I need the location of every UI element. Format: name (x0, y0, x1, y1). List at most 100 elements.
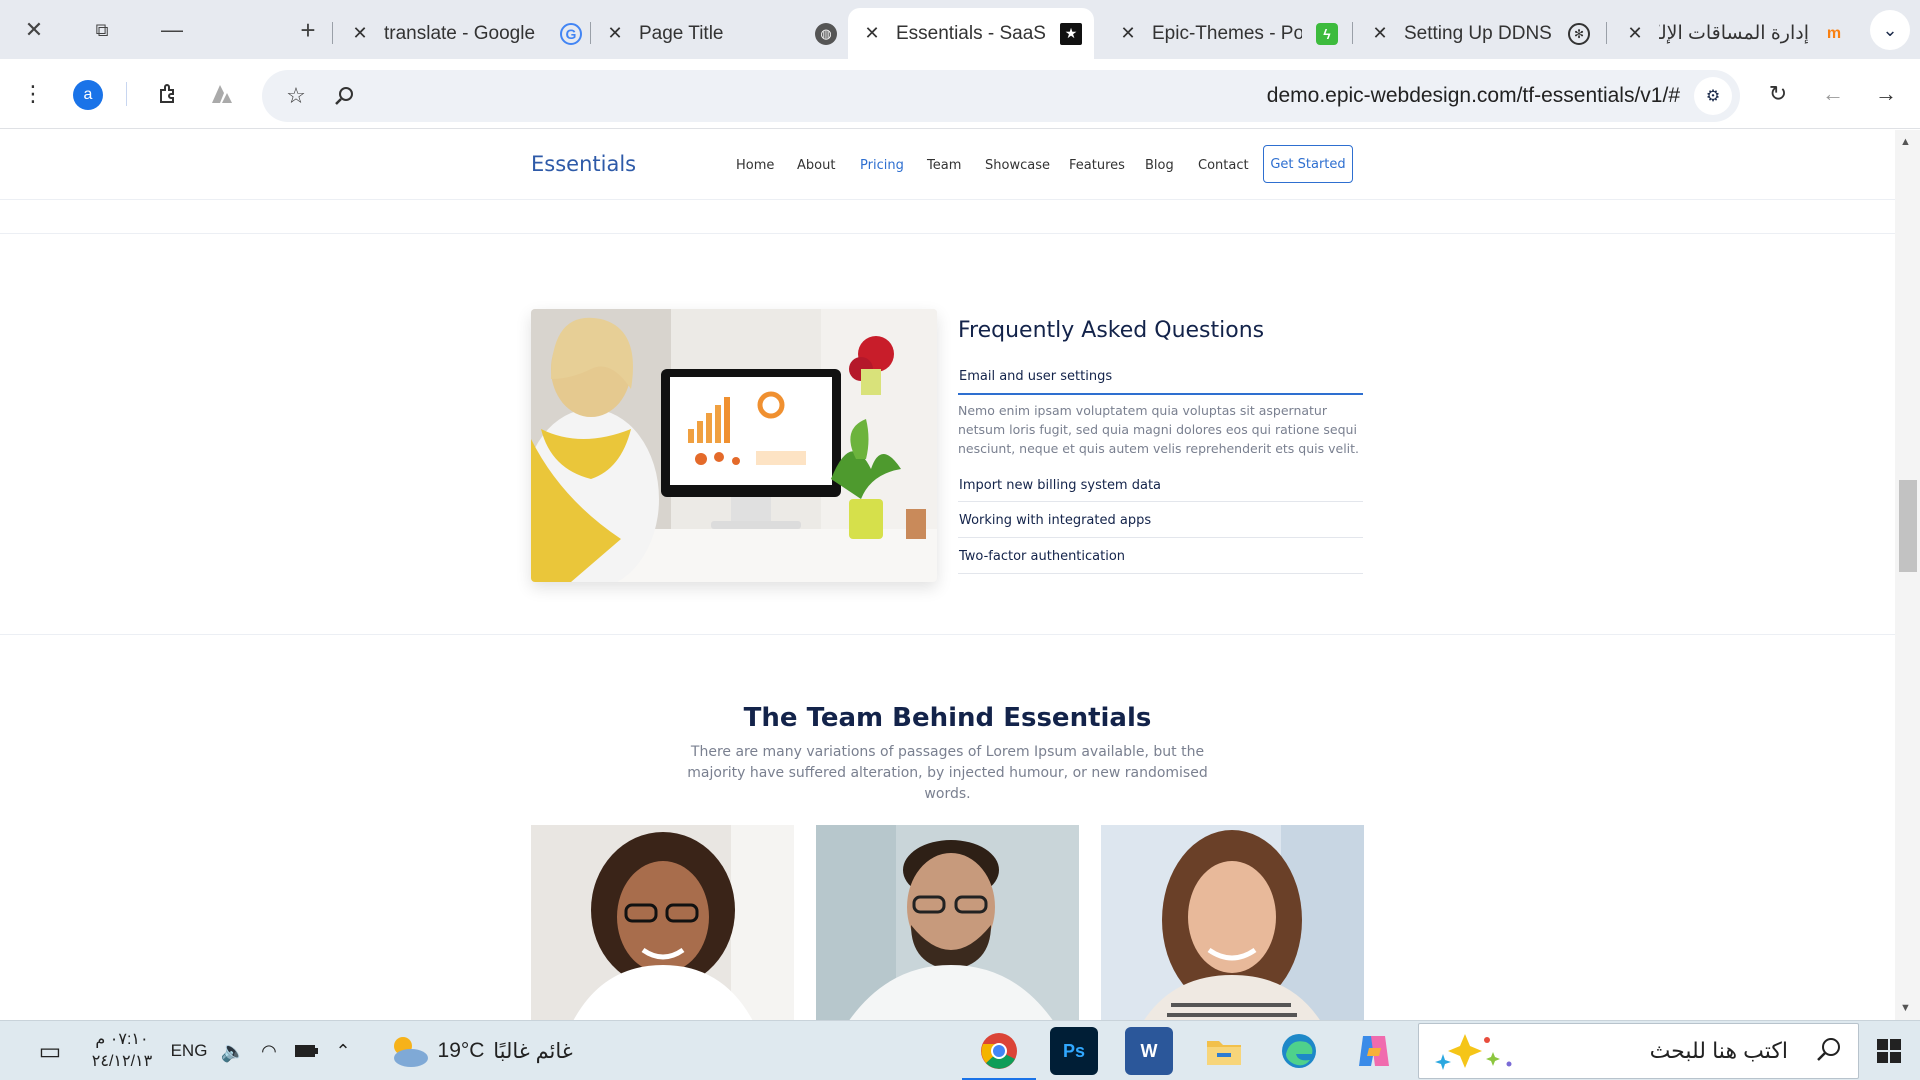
tab-close-icon[interactable]: ✕ (862, 23, 882, 44)
language-indicator[interactable]: ENG (168, 1021, 210, 1080)
bookmark-star-icon[interactable]: ☆ (278, 78, 314, 114)
tab-title: Page Title (639, 22, 724, 44)
chrome-app-icon[interactable] (975, 1027, 1023, 1075)
tab-title: إدارة المساقات الإلكترونية (1659, 23, 1809, 44)
faq-question-billing[interactable]: Import new billing system data (959, 478, 1161, 493)
extension-a-icon[interactable] (204, 76, 240, 112)
page-scrollbar[interactable]: ▲ ▼ (1895, 130, 1920, 1020)
tab-title: translate - Google (384, 22, 536, 44)
windows-search-input[interactable]: اكتب هنا للبحث (1418, 1023, 1859, 1079)
battery-icon[interactable] (290, 1021, 322, 1080)
menu-kebab-icon[interactable]: ⋮ (15, 76, 51, 112)
back-arrow-icon[interactable]: ← (1815, 76, 1851, 112)
faq-heading: Frequently Asked Questions (958, 318, 1265, 343)
windows-taskbar: ▭ ٠٧:١٠ م ٢٤/١٢/١٣ ENG 🔈 ◠ ⌃ 19°C غائم غ… (0, 1020, 1920, 1080)
team-member-photo (816, 825, 1079, 1020)
faq-illustration-image (531, 309, 937, 582)
tab-separator (332, 22, 333, 44)
tab-close-icon[interactable]: ✕ (1370, 23, 1390, 44)
address-bar[interactable]: ☆ demo.epic-webdesign.com/tf-essentials/… (262, 70, 1740, 122)
nav-showcase[interactable]: Showcase (985, 158, 1050, 173)
profile-avatar[interactable]: a (73, 80, 103, 110)
brand-logo[interactable]: Essentials (531, 152, 636, 176)
nav-features[interactable]: Features (1069, 158, 1125, 173)
tab-close-icon[interactable]: ✕ (350, 23, 370, 44)
scroll-down-arrow-icon[interactable]: ▼ (1900, 1002, 1911, 1014)
faq-divider (958, 537, 1363, 538)
faq-question-apps[interactable]: Working with integrated apps (959, 513, 1151, 528)
tab-essentials[interactable]: ✕ Essentials - SaaS Landing ★ (848, 8, 1094, 59)
tab-ddns[interactable]: ✕ Setting Up DDNS ✻ (1370, 8, 1590, 59)
tab-close-icon[interactable]: ✕ (1625, 23, 1645, 44)
nav-team[interactable]: Team (927, 158, 961, 173)
faq-question-2fa[interactable]: Two-factor authentication (959, 549, 1125, 564)
tab-strip: ✕ ⧉ — + ✕ translate - Google G ✕ Page Ti… (0, 0, 1920, 59)
extensions-puzzle-icon[interactable] (151, 76, 187, 112)
globe-icon: ◍ (815, 22, 837, 45)
faq-question-email[interactable]: Email and user settings (959, 369, 1112, 384)
star-square-icon: ★ (1060, 22, 1082, 45)
tab-title: Essentials - SaaS Landing (896, 22, 1046, 44)
show-hidden-icons-chevron-icon[interactable]: ⌃ (328, 1021, 358, 1080)
clock-time: ٠٧:١٠ م (95, 1031, 149, 1048)
windows-start-icon[interactable] (1864, 1021, 1914, 1080)
header-band (0, 201, 1895, 234)
site-info-tune-icon[interactable]: ⚙ (1694, 77, 1732, 115)
tab-title: Epic-Themes - Portfolio (1152, 22, 1302, 44)
url-text[interactable]: demo.epic-webdesign.com/tf-essentials/v1… (1267, 84, 1680, 108)
weather-cloud-sun-icon[interactable] (384, 1021, 432, 1080)
clock[interactable]: ٠٧:١٠ م ٢٤/١٢/١٣ (84, 1021, 160, 1080)
volume-icon[interactable]: 🔈 (218, 1021, 248, 1080)
minimize-window-icon[interactable]: — (146, 8, 198, 52)
word-app-icon[interactable]: W (1125, 1027, 1173, 1075)
tab-translate[interactable]: ✕ translate - Google G (350, 8, 590, 59)
scroll-up-arrow-icon[interactable]: ▲ (1900, 136, 1911, 148)
tab-close-icon[interactable]: ✕ (605, 23, 625, 44)
close-window-icon[interactable]: ✕ (8, 8, 60, 52)
weather-condition[interactable]: غائم غالبًا (488, 1021, 578, 1080)
faq-answer-text: Nemo enim ipsam voluptatem quia voluptas… (958, 403, 1360, 456)
browser-toolbar: ⋮ a ☆ demo.epic-webdesign.com/tf-essenti… (0, 59, 1920, 129)
site-header: Essentials Home About Pricing Team Showc… (0, 130, 1895, 200)
weather-temperature[interactable]: 19°C (436, 1021, 486, 1080)
file-explorer-folder-icon[interactable] (1200, 1027, 1248, 1075)
wifi-icon[interactable]: ◠ (254, 1021, 284, 1080)
tab-separator (1352, 22, 1353, 44)
scrollbar-thumb[interactable] (1899, 480, 1917, 572)
tab-title: Setting Up DDNS (1404, 22, 1552, 44)
team-subtitle: There are many variations of passages of… (687, 744, 1208, 802)
nav-about[interactable]: About (797, 158, 835, 173)
tab-moodle[interactable]: ✕ إدارة المساقات الإلكترونية m (1625, 8, 1855, 59)
reload-icon[interactable]: ↻ (1760, 76, 1796, 112)
nav-home[interactable]: Home (736, 158, 774, 173)
nav-pricing[interactable]: Pricing (860, 158, 904, 173)
search-icon (1816, 1036, 1842, 1068)
get-started-button[interactable]: Get Started (1263, 145, 1353, 183)
faq-divider (958, 501, 1363, 502)
lightning-green-icon: ϟ (1316, 22, 1338, 45)
photoshop-app-icon[interactable]: Ps (1050, 1027, 1098, 1075)
page-viewport: Essentials Home About Pricing Team Showc… (0, 130, 1895, 1020)
section-divider (0, 634, 1895, 635)
zoom-search-icon[interactable] (326, 78, 362, 114)
team-member-photo (1101, 825, 1364, 1020)
new-tab-icon[interactable]: + (282, 8, 334, 52)
faq-active-divider (958, 393, 1363, 395)
tab-close-icon[interactable]: ✕ (1118, 23, 1138, 44)
moodle-icon: m (1826, 24, 1842, 42)
search-highlights-sparkle-icon[interactable] (1429, 1030, 1519, 1074)
copilot-app-icon[interactable] (1350, 1027, 1398, 1075)
tab-epic-themes[interactable]: ✕ Epic-Themes - Portfolio ϟ (1118, 8, 1358, 59)
edge-app-icon[interactable] (1275, 1027, 1323, 1075)
google-g-icon: G (560, 22, 582, 45)
nav-blog[interactable]: Blog (1145, 158, 1174, 173)
tab-separator (590, 22, 591, 44)
openai-icon: ✻ (1568, 22, 1590, 45)
notification-center-icon[interactable]: ▭ (28, 1021, 72, 1080)
team-member-photo (531, 825, 794, 1020)
tab-search-chevron-icon[interactable]: ⌄ (1870, 10, 1910, 50)
restore-window-icon[interactable]: ⧉ (76, 8, 128, 52)
nav-contact[interactable]: Contact (1198, 158, 1249, 173)
forward-arrow-icon[interactable]: → (1868, 76, 1904, 112)
tab-page-title[interactable]: ✕ Page Title ◍ (605, 8, 845, 59)
